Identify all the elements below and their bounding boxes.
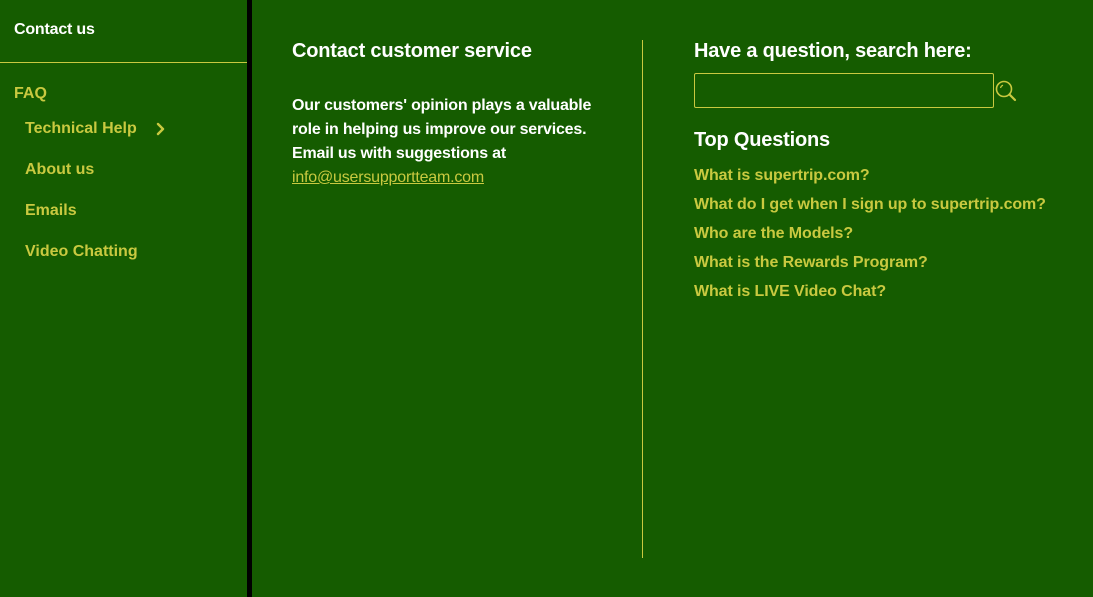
question-link[interactable]: What is the Rewards Program? — [694, 253, 1046, 282]
sidebar-divider — [0, 62, 247, 63]
sidebar-item-emails[interactable]: Emails — [25, 202, 77, 220]
column-divider — [642, 40, 643, 558]
search-input[interactable] — [694, 73, 994, 108]
question-link[interactable]: What do I get when I sign up to supertri… — [694, 195, 1046, 224]
contact-service-title: Contact customer service — [292, 40, 532, 62]
question-link[interactable]: Who are the Models? — [694, 224, 1046, 253]
page: Contact us FAQ Technical Help About us E… — [0, 0, 1093, 597]
top-questions-title: Top Questions — [694, 129, 830, 151]
search-icon — [994, 80, 1020, 109]
contact-body-line: role in helping us improve our services. — [292, 121, 587, 138]
contact-service-body: Our customers' opinion plays a valuable … — [292, 94, 602, 190]
sidebar-item-label: Technical Help — [25, 120, 137, 137]
contact-body-line: Email us with suggestions at — [292, 145, 506, 162]
sidebar-border — [247, 0, 252, 597]
support-email-link[interactable]: info@usersupportteam.com — [292, 169, 484, 186]
top-questions-list: What is supertrip.com? What do I get whe… — [694, 166, 1046, 311]
sidebar-item-label: Video Chatting — [25, 243, 138, 260]
sidebar-item-label: Emails — [25, 202, 77, 219]
question-link[interactable]: What is LIVE Video Chat? — [694, 282, 1046, 311]
sidebar-item-video-chatting[interactable]: Video Chatting — [25, 243, 138, 261]
search-title: Have a question, search here: — [694, 40, 972, 62]
sidebar: Contact us FAQ Technical Help About us E… — [0, 0, 247, 597]
sidebar-item-about-us[interactable]: About us — [25, 161, 94, 179]
sidebar-title-contact-us[interactable]: Contact us — [14, 21, 95, 39]
search-button[interactable] — [994, 79, 1020, 105]
contact-body-line: Our customers' opinion plays a valuable — [292, 97, 592, 114]
chevron-right-icon — [155, 122, 167, 136]
sidebar-item-label: About us — [25, 161, 95, 178]
question-link[interactable]: What is supertrip.com? — [694, 166, 1046, 195]
sidebar-item-technical-help[interactable]: Technical Help — [25, 120, 167, 138]
sidebar-section-faq[interactable]: FAQ — [14, 85, 47, 103]
